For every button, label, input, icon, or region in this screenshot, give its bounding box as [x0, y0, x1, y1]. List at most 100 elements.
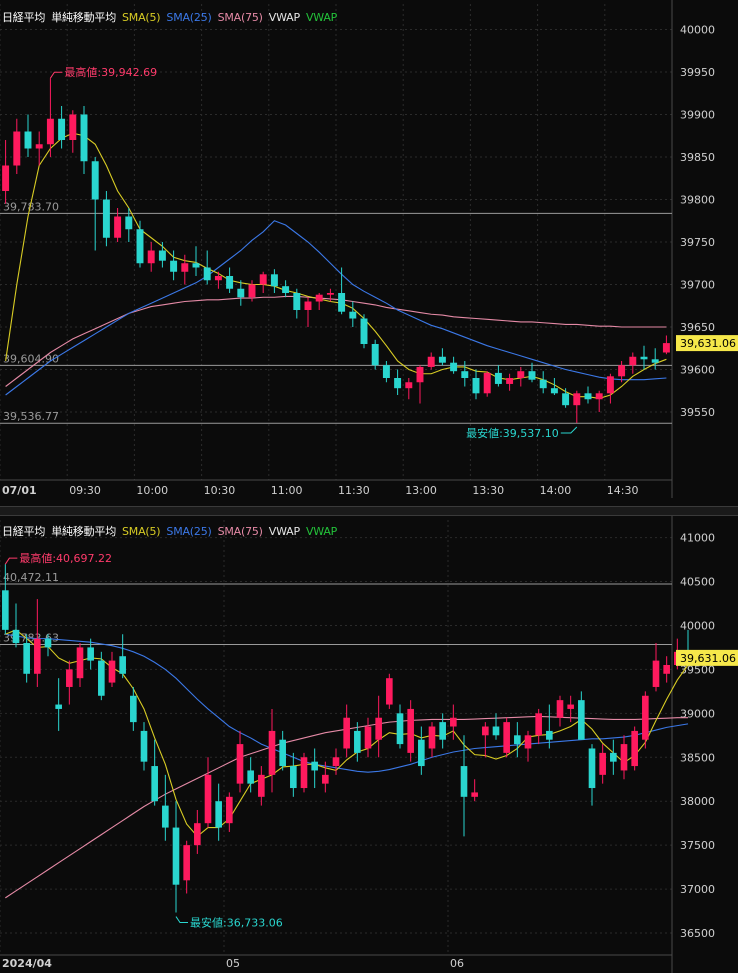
reference-line-label: 40,472.11	[3, 571, 59, 584]
candle-body	[192, 263, 200, 268]
candle-body	[247, 770, 254, 784]
candle-body	[181, 263, 189, 272]
legend-item[interactable]: VWAP	[269, 525, 300, 538]
candle-body	[293, 293, 301, 310]
x-tick-label: 14:30	[607, 484, 639, 497]
x-tick-label: 10:00	[136, 484, 168, 497]
legend-item[interactable]: VWAP	[269, 11, 300, 24]
legend-item[interactable]: 日経平均	[2, 525, 45, 538]
candle	[371, 339, 379, 370]
candle-body	[584, 393, 592, 400]
candle-body	[304, 301, 312, 310]
x-tick-label: 07/01	[2, 484, 37, 497]
legend-item[interactable]: SMA(5)	[122, 525, 161, 538]
y-tick-label: 37000	[680, 883, 715, 896]
candle-body	[69, 114, 77, 140]
legend-item[interactable]: VWAP	[306, 525, 337, 538]
candle-body	[136, 229, 144, 264]
x-tick-label: 06	[450, 957, 464, 970]
candle-body	[599, 752, 606, 775]
candle-body	[98, 660, 105, 696]
candle-body	[471, 792, 478, 797]
candle-body	[460, 766, 468, 797]
legend-item[interactable]: SMA(75)	[218, 11, 263, 24]
candle-body	[610, 752, 617, 762]
candle-body	[204, 774, 212, 824]
chart-stage: 07/01 09:30 10:00 10:30 11:00 11:30 13:00 13:30…	[0, 0, 738, 973]
x-tick-label: 13:00	[405, 484, 437, 497]
candle-body	[461, 371, 469, 378]
candle-body	[652, 660, 660, 687]
candle-body	[194, 823, 201, 846]
candle-body	[248, 284, 256, 298]
candle-body	[300, 757, 308, 789]
candle-body	[578, 700, 585, 740]
candle-body	[573, 393, 581, 406]
candle	[386, 673, 393, 709]
reference-line-label: 39,536.77	[3, 410, 59, 423]
candle-body	[364, 726, 372, 749]
candle-body	[535, 713, 542, 736]
candle-body	[405, 382, 413, 389]
candle	[360, 314, 368, 349]
candle-body	[396, 713, 404, 745]
candle-body	[183, 845, 190, 881]
x-tick-label: 10:30	[204, 484, 236, 497]
candle-body	[215, 801, 222, 828]
candle-body	[91, 161, 99, 200]
candle-body	[428, 726, 436, 749]
candle-body	[439, 722, 446, 740]
candle-body	[80, 114, 88, 162]
candle-body	[119, 656, 126, 674]
candle-body	[556, 700, 564, 718]
candle-body	[360, 318, 368, 344]
candle-body	[130, 695, 137, 723]
candle-body	[326, 293, 334, 295]
candle-body	[268, 730, 276, 775]
candle-body	[13, 131, 21, 166]
y-tick-label: 39950	[680, 66, 715, 79]
legend-item[interactable]: VWAP	[306, 11, 337, 24]
candle-body	[382, 365, 390, 378]
x-tick-label: 2024/04	[2, 957, 52, 970]
candle-body	[640, 356, 648, 360]
candle-body	[416, 366, 424, 383]
candle-body	[147, 250, 155, 264]
candle-body	[270, 274, 278, 287]
y-tick-label: 39600	[680, 364, 715, 377]
candle-body	[503, 722, 510, 753]
candle-body	[87, 647, 94, 661]
candle-body	[492, 726, 500, 736]
candle-body	[158, 250, 166, 261]
candle-body	[311, 761, 318, 771]
legend-item[interactable]: SMA(25)	[166, 11, 211, 24]
x-tick-label: 05	[226, 957, 240, 970]
high-marker-label: 最高値:39,942.69	[64, 65, 157, 79]
legend-item[interactable]: 単純移動平均	[51, 11, 116, 24]
candle-body	[663, 665, 670, 674]
candle-body	[371, 344, 379, 366]
low-marker-label: 最安値:36,733.06	[190, 916, 283, 930]
candle-body	[2, 590, 9, 630]
legend-item[interactable]: 単純移動平均	[51, 525, 116, 538]
legend-item[interactable]: SMA(75)	[218, 525, 263, 538]
candle-body	[550, 388, 558, 394]
candle-body	[482, 726, 489, 736]
candle-body	[620, 744, 628, 771]
candle-body	[662, 343, 670, 353]
candle-body	[524, 735, 532, 749]
legend-item[interactable]: 日経平均	[2, 11, 45, 24]
candle-body	[162, 805, 169, 828]
candle-body	[203, 267, 211, 281]
legend-item[interactable]: SMA(25)	[166, 525, 211, 538]
candle-body	[46, 118, 54, 145]
candle-body	[44, 638, 52, 648]
candle-body	[332, 757, 340, 767]
candle-body	[170, 260, 178, 272]
legend-item[interactable]: SMA(5)	[122, 11, 161, 24]
legend-top: 日経平均 単純移動平均 SMA(5) SMA(25) SMA(75) VWAP VWAP	[2, 9, 343, 25]
candle-body	[102, 199, 110, 238]
candle-body	[58, 118, 66, 140]
candle-body	[226, 276, 234, 289]
panel-separator[interactable]	[0, 506, 738, 516]
